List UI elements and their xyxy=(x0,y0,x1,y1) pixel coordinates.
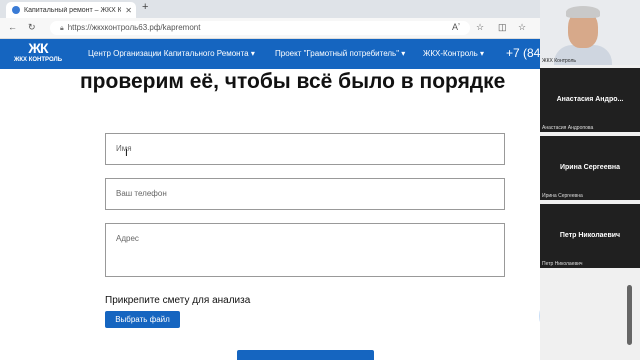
collections-icon[interactable]: ☆ xyxy=(518,22,526,33)
participant-tile[interactable]: Анастасия Андро... Анастасия Андропова xyxy=(540,68,640,132)
nav-link-consumer-project[interactable]: Проект "Грамотный потребитель" ▾ xyxy=(275,49,405,58)
close-tab-icon[interactable]: ✕ xyxy=(125,6,132,15)
participant-caption: Петр Николаевич xyxy=(542,261,583,267)
text-cursor-icon: I xyxy=(125,148,128,159)
new-tab-button[interactable]: + xyxy=(142,1,148,13)
url-text: https://жкхконтроль63.рф/kapremont xyxy=(67,23,201,32)
read-aloud-icon[interactable]: Aʼ xyxy=(452,22,460,32)
participant-caption: Ирина Сергеевна xyxy=(542,193,583,199)
nav-link-zhkh-control[interactable]: ЖКХ-Контроль ▾ xyxy=(423,49,484,58)
split-screen-icon[interactable]: ◫ xyxy=(498,22,507,33)
refresh-icon[interactable]: ↻ xyxy=(28,22,36,33)
person-hair xyxy=(566,6,600,18)
phone-input[interactable]: Ваш телефон xyxy=(105,178,505,210)
attach-estimate-label: Прикрепите смету для анализа xyxy=(105,295,251,306)
page-heading: проверим её, чтобы всё было в порядке xyxy=(80,70,506,93)
scrollbar[interactable] xyxy=(627,285,632,345)
choose-file-button[interactable]: Выбрать файл xyxy=(105,311,180,328)
participant-caption: Анастасия Андропова xyxy=(542,125,594,131)
address-textarea[interactable]: Адрес xyxy=(105,223,505,277)
site-navigation: ЖК ЖКХ КОНТРОЛЬ Центр Организации Капита… xyxy=(0,39,540,69)
self-video-tile[interactable]: ЖКХ Контроль xyxy=(540,0,640,65)
lock-icon: 🔒︎ xyxy=(60,25,64,32)
site-favicon-icon xyxy=(12,6,20,14)
participant-name: Анастасия Андро... xyxy=(556,96,624,103)
nav-link-capital-repair[interactable]: Центр Организации Капитального Ремонта ▾ xyxy=(88,49,255,58)
submit-button[interactable] xyxy=(237,350,374,360)
phone-number[interactable]: +7 (84 xyxy=(506,46,540,60)
tab-title: Капитальный ремонт – ЖКХ Ко xyxy=(24,6,122,14)
participant-tile[interactable]: Ирина Сергеевна Ирина Сергеевна xyxy=(540,136,640,200)
logo-mark: ЖК xyxy=(28,40,48,56)
url-field[interactable]: 🔒︎ https://жкхконтроль63.рф/kapremont xyxy=(50,21,470,35)
favorite-star-icon[interactable]: ☆ xyxy=(476,22,484,33)
browser-tab[interactable]: Капитальный ремонт – ЖКХ Ко ✕ xyxy=(6,2,136,18)
self-caption: ЖКХ Контроль xyxy=(542,58,576,64)
participant-tile[interactable]: Петр Николаевич Петр Николаевич xyxy=(540,204,640,268)
site-logo[interactable]: ЖК ЖКХ КОНТРОЛЬ xyxy=(8,41,68,67)
logo-name: ЖКХ КОНТРОЛЬ xyxy=(13,57,63,63)
name-input[interactable]: Имя xyxy=(105,133,505,165)
participant-name: Ирина Сергеевна xyxy=(559,164,621,171)
participant-name: Петр Николаевич xyxy=(559,232,621,239)
back-icon[interactable]: ← xyxy=(8,22,17,32)
address-bar-row: ← ↻ 🔒︎ https://жкхконтроль63.рф/kapremont… xyxy=(0,18,540,39)
browser-tab-bar: Капитальный ремонт – ЖКХ Ко ✕ + xyxy=(0,0,540,18)
